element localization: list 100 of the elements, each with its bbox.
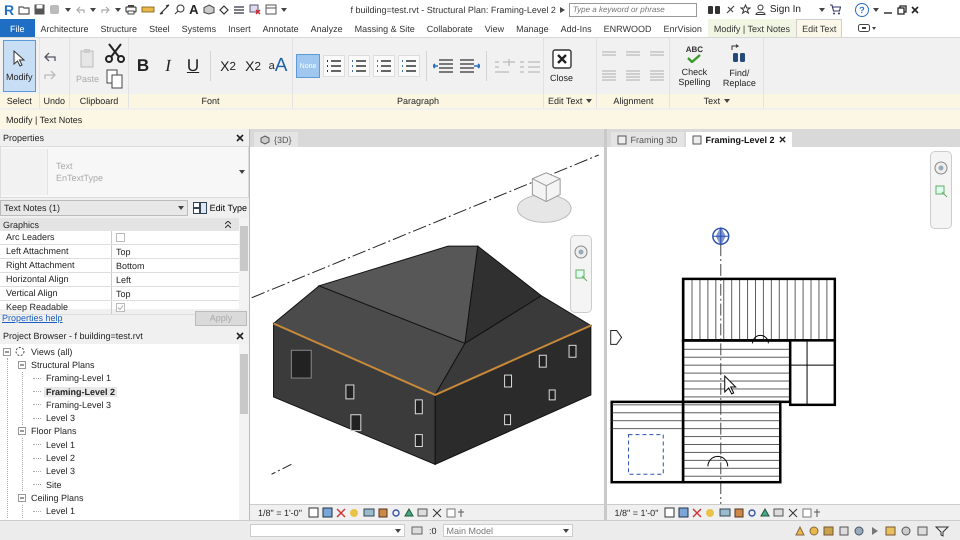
tree-item[interactable]: Level 1: [44, 506, 78, 516]
text-tool-button[interactable]: A: [189, 2, 199, 17]
ribbon-tab[interactable]: Systems: [176, 19, 222, 37]
zoom-icon[interactable]: [934, 184, 948, 198]
property-value[interactable]: Top: [116, 288, 131, 298]
ribbon-tab[interactable]: Architecture: [34, 19, 95, 37]
properties-help-link[interactable]: Properties help: [2, 313, 63, 323]
close-icon[interactable]: [778, 136, 786, 143]
property-value[interactable]: Left: [116, 274, 132, 284]
caret-icon[interactable]: [873, 8, 879, 12]
caret-icon[interactable]: [90, 8, 96, 12]
view-scale[interactable]: 1/8" = 1'-0": [258, 508, 302, 518]
binoculars-icon[interactable]: [706, 4, 721, 15]
property-value[interactable]: Bottom: [116, 260, 145, 270]
property-value[interactable]: Top: [116, 246, 131, 256]
caret-icon[interactable]: [819, 8, 825, 12]
caret-icon[interactable]: [239, 170, 245, 174]
panel-label[interactable]: Text: [704, 96, 720, 106]
thin-lines-icon[interactable]: [232, 4, 245, 14]
user-icon[interactable]: [754, 4, 766, 15]
ribbon-tab[interactable]: EnrVision: [658, 19, 708, 37]
save-icon[interactable]: [34, 4, 46, 15]
ribbon-tab[interactable]: File: [0, 19, 35, 37]
chevron-icon[interactable]: [560, 6, 565, 12]
sign-in-link[interactable]: Sign In: [770, 4, 801, 15]
ribbon-tab[interactable]: Massing & Site: [348, 19, 421, 37]
tree-item[interactable]: Views (all): [29, 346, 74, 357]
cart-icon[interactable]: [829, 4, 841, 15]
font-style-button[interactable]: U: [182, 56, 204, 76]
check-spelling-button[interactable]: ABC Check Spelling: [673, 40, 716, 92]
close-icon[interactable]: [236, 134, 244, 142]
panel-toggle-icon[interactable]: [858, 24, 876, 32]
increase-indent-icon[interactable]: [458, 58, 480, 74]
navigation-bar[interactable]: [930, 151, 952, 229]
caret-icon[interactable]: [65, 8, 72, 12]
view-scale[interactable]: 1/8" = 1'-0": [614, 508, 658, 518]
checkbox[interactable]: [116, 233, 125, 242]
star-icon[interactable]: [740, 4, 751, 15]
collapse-toggle-icon[interactable]: [18, 360, 26, 369]
design-option-dropdown[interactable]: Main Model: [442, 524, 573, 537]
3d-view-icon[interactable]: [202, 4, 215, 15]
search-field[interactable]: Type a keyword or phrase: [568, 2, 697, 16]
list-style-icon[interactable]: [323, 55, 346, 77]
ribbon-tab[interactable]: Steel: [143, 19, 176, 37]
tree-item[interactable]: Structural Plans: [29, 360, 97, 370]
document-tab[interactable]: Framing-Level 2: [686, 132, 792, 147]
ribbon-tab[interactable]: Annotate: [256, 19, 305, 37]
ribbon-tab[interactable]: ENRWOOD: [598, 19, 658, 37]
ribbon-tab[interactable]: Modify | Text Notes: [708, 19, 796, 37]
tree-item[interactable]: Framing-Level 3: [44, 400, 114, 410]
scissors-icon[interactable]: [105, 43, 126, 63]
font-style-button[interactable]: I: [157, 56, 180, 76]
switch-windows-icon[interactable]: [264, 4, 277, 15]
caret-icon[interactable]: [586, 99, 592, 103]
panel-label[interactable]: Edit Text: [548, 96, 582, 106]
copy-icon[interactable]: [106, 69, 124, 89]
list-style-icon[interactable]: [398, 55, 420, 77]
close-views-icon[interactable]: [248, 4, 261, 15]
font-style-button[interactable]: B: [132, 56, 154, 76]
scrollbar[interactable]: [239, 344, 249, 520]
zoom-icon[interactable]: [574, 268, 588, 282]
list-style-icon[interactable]: [373, 55, 396, 77]
ribbon-tab[interactable]: Manage: [510, 19, 555, 37]
tree-item[interactable]: Ceiling Plans: [29, 492, 86, 503]
caret-icon[interactable]: [395, 528, 401, 532]
viewcube-icon[interactable]: [517, 172, 572, 223]
instance-dropdown[interactable]: Text Notes (1): [0, 200, 188, 216]
navigation-bar[interactable]: [570, 235, 592, 313]
undo-icon[interactable]: [42, 51, 57, 63]
restore-icon[interactable]: [897, 4, 907, 14]
tree-item[interactable]: Floor Plans: [29, 426, 79, 436]
ribbon-tab[interactable]: View: [478, 19, 510, 37]
dimension-icon[interactable]: [159, 4, 170, 15]
tree-item[interactable]: Level 1: [44, 440, 78, 450]
collapse-icon[interactable]: [225, 221, 231, 228]
section-icon[interactable]: [218, 4, 229, 14]
decrease-indent-icon[interactable]: [433, 58, 456, 74]
tree-item[interactable]: Site: [44, 480, 64, 490]
close-icon[interactable]: [236, 332, 244, 340]
caret-icon[interactable]: [178, 206, 184, 210]
checkbox[interactable]: [116, 303, 125, 312]
tree-item[interactable]: Level 3: [44, 466, 78, 476]
app-logo[interactable]: R: [4, 2, 14, 18]
document-tab[interactable]: {3D}: [254, 132, 298, 147]
collapse-toggle-icon[interactable]: [18, 494, 26, 502]
help-button[interactable]: ?: [855, 2, 869, 16]
text-size-button[interactable]: aA: [267, 55, 290, 77]
ribbon-tab[interactable]: Add-Ins: [554, 19, 598, 37]
steering-wheel-icon[interactable]: [572, 244, 588, 260]
collapse-toggle-icon[interactable]: [18, 427, 26, 436]
close-button[interactable]: Close: [547, 40, 576, 92]
tree-item[interactable]: Framing-Level 2: [44, 386, 118, 397]
ribbon-tab[interactable]: Analyze: [304, 19, 349, 37]
ribbon-tab[interactable]: Edit Text: [796, 19, 842, 37]
folder-icon[interactable]: [18, 4, 30, 14]
steering-wheel-icon[interactable]: [933, 160, 949, 176]
group-header[interactable]: Graphics: [3, 220, 40, 230]
list-style-icon[interactable]: [348, 55, 370, 77]
tree-item[interactable]: Framing-Level 1: [44, 373, 114, 384]
measure-icon[interactable]: [141, 5, 156, 14]
